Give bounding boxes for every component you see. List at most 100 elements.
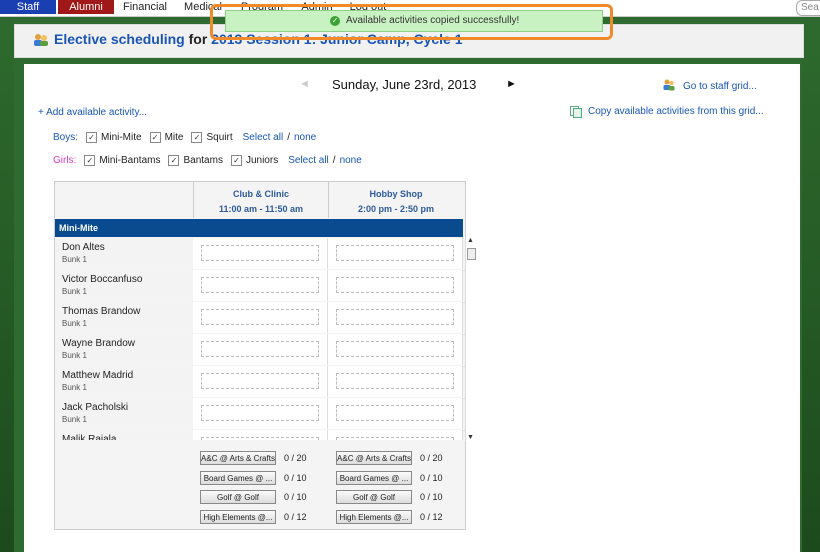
girls-filter: Girls: ✓ Mini-Bantams ✓ Bantams ✓ Junior…	[53, 155, 362, 166]
camper-name-cell: Thomas Brandow Bunk 1	[55, 302, 194, 333]
girls-label: Girls:	[53, 155, 77, 166]
toast-highlight	[210, 4, 613, 40]
boys-select-all-link[interactable]: Select all	[243, 132, 284, 143]
activity-button[interactable]: A&C @ Arts & Crafts	[200, 451, 276, 465]
activity-button[interactable]: Board Games @ ...	[200, 470, 276, 485]
column-header: Hobby Shop 2:00 pm - 2:50 pm	[328, 182, 463, 218]
schedule-cell	[328, 334, 463, 365]
activity-capacity: 0 / 12	[420, 511, 443, 522]
nav-tab-financial[interactable]: Financial	[120, 0, 170, 14]
checkbox-mini-bantams[interactable]: ✓	[84, 155, 96, 166]
column-title: Hobby Shop	[369, 189, 423, 199]
girls-separator: /	[332, 155, 336, 166]
activity-drop-slot[interactable]	[336, 405, 454, 421]
go-to-staff-grid-link[interactable]: Go to staff grid...	[683, 81, 757, 92]
activity-drop-slot[interactable]	[336, 309, 454, 325]
camper-name-cell: Matthew Madrid Bunk 1	[55, 366, 194, 397]
activity-drop-slot[interactable]	[201, 405, 319, 421]
filter-label-mite: Mite	[164, 132, 184, 143]
title-for-text: for	[188, 31, 208, 47]
boys-separator: /	[287, 132, 290, 143]
activity-capacity: 0 / 12	[284, 511, 307, 522]
date-navigator: ◄ Sunday, June 23rd, 2013 ►	[294, 76, 554, 96]
activity-drop-slot[interactable]	[201, 341, 319, 357]
grid-scrollbar[interactable]: ▲ ▼	[465, 237, 476, 441]
nav-tab-alumni[interactable]: Alumni	[58, 0, 114, 14]
activity-drop-slot[interactable]	[201, 309, 319, 325]
camper-row: Malik RajalaBunk 1	[55, 430, 465, 440]
scroll-thumb[interactable]	[467, 248, 476, 260]
checkbox-bantams[interactable]: ✓	[168, 155, 180, 166]
column-time: 11:00 am - 11:50 am	[218, 204, 304, 214]
group-header: Mini-Mite	[55, 219, 463, 237]
left-background	[0, 16, 14, 552]
activity-drop-slot[interactable]	[201, 245, 319, 261]
activity-drop-slot[interactable]	[201, 373, 319, 389]
elective-scheduling-link[interactable]: Elective scheduling	[54, 31, 185, 47]
camper-row: Matthew Madrid Bunk 1	[55, 366, 465, 399]
camper-name-cell: Victor Boccanfuso Bunk 1	[55, 270, 194, 301]
boys-select-none-link[interactable]: none	[294, 132, 316, 143]
activity-button[interactable]: High Elements @...	[336, 509, 412, 524]
column-header: Club & Clinic 11:00 am - 11:50 am	[193, 182, 328, 218]
camper-bunk: Bunk 1	[62, 351, 87, 360]
checkbox-juniors[interactable]: ✓	[230, 155, 242, 166]
add-activity-link[interactable]: + Add available activity...	[38, 107, 147, 118]
activity-drop-slot[interactable]	[201, 437, 319, 440]
camper-name-cell: Wayne Brandow Bunk 1	[55, 334, 194, 365]
camper-name: Victor Boccanfuso	[62, 274, 143, 285]
next-day-icon[interactable]: ►	[506, 78, 517, 90]
filter-label-bantams: Bantams	[183, 155, 223, 166]
activity-button[interactable]: High Elements @...	[200, 509, 276, 524]
schedule-cell	[193, 238, 328, 269]
boys-label: Boys:	[53, 132, 79, 143]
activity-drop-slot[interactable]	[336, 341, 454, 357]
nav-tab-staff[interactable]: Staff	[0, 0, 56, 14]
staff-icon	[663, 79, 675, 91]
filter-label-juniors: Juniors	[245, 155, 279, 166]
camper-row: Wayne Brandow Bunk 1	[55, 334, 465, 367]
activity-capacity: 0 / 20	[284, 453, 307, 463]
filter-label-mini-bantams: Mini-Bantams	[99, 155, 161, 166]
scroll-down-icon[interactable]: ▼	[467, 434, 474, 441]
copy-activities-link[interactable]: Copy available activities from this grid…	[588, 106, 764, 117]
filter-label-squirt: Squirt	[206, 132, 233, 143]
checkbox-squirt[interactable]: ✓	[191, 132, 203, 143]
activity-drop-slot[interactable]	[336, 373, 454, 389]
activity-drop-slot[interactable]	[336, 437, 454, 440]
activity-capacity: 0 / 10	[284, 472, 307, 483]
camper-name-cell: Don Altes Bunk 1	[55, 238, 194, 269]
copy-icon	[570, 106, 582, 118]
activity-button[interactable]: A&C @ Arts & Crafts	[336, 451, 412, 465]
column-title: Club & Clinic	[233, 189, 289, 199]
girls-select-all-link[interactable]: Select all	[288, 155, 329, 166]
camper-name-cell: Jack Pacholski Bunk 1	[55, 398, 194, 429]
checkbox-mini-mite[interactable]: ✓	[86, 132, 98, 143]
filter-label-mini-mite: Mini-Mite	[101, 132, 142, 143]
activity-drop-slot[interactable]	[201, 277, 319, 293]
camper-bunk: Bunk 1	[62, 255, 87, 264]
search-input[interactable]: Sea	[796, 0, 820, 16]
scroll-up-icon[interactable]: ▲	[467, 237, 474, 244]
girls-select-none-link[interactable]: none	[340, 155, 362, 166]
column-time: 2:00 pm - 2:50 pm	[357, 204, 435, 214]
main-panel: ◄ Sunday, June 23rd, 2013 ► Go to staff …	[24, 64, 800, 552]
camper-bunk: Bunk 1	[62, 287, 87, 296]
schedule-cell	[328, 398, 463, 429]
activity-button[interactable]: Golf @ Golf	[336, 490, 412, 504]
camper-row: Don Altes Bunk 1	[55, 238, 465, 271]
schedule-grid: Club & Clinic 11:00 am - 11:50 am Hobby …	[54, 181, 476, 530]
camper-name: Jack Pacholski	[62, 402, 129, 413]
activity-button[interactable]: Board Games @ ...	[336, 470, 412, 485]
camper-name: Thomas Brandow	[62, 306, 141, 317]
checkbox-mite[interactable]: ✓	[149, 132, 161, 143]
previous-day-icon[interactable]: ◄	[299, 78, 310, 90]
schedule-cell	[193, 302, 328, 333]
camper-name: Don Altes	[62, 242, 105, 253]
activity-capacity: 0 / 10	[284, 492, 307, 502]
activity-drop-slot[interactable]	[336, 277, 454, 293]
activity-drop-slot[interactable]	[336, 245, 454, 261]
camper-bunk: Bunk 1	[62, 319, 87, 328]
activity-button[interactable]: Golf @ Golf	[200, 490, 276, 504]
right-background	[802, 16, 820, 552]
